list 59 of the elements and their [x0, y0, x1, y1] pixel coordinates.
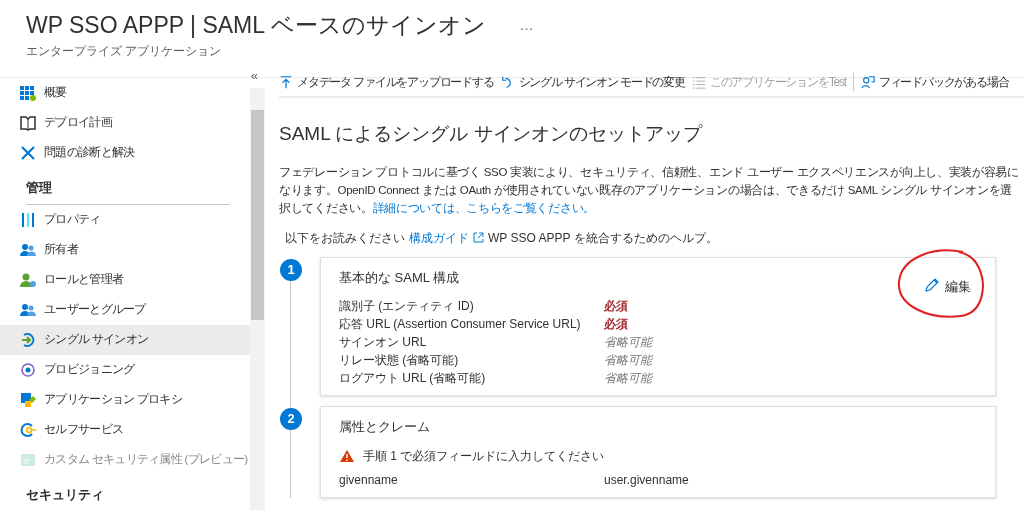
sidebar-item[interactable]: ユーザーとグループ	[0, 294, 250, 325]
sidebar-item[interactable]: 概要	[0, 78, 250, 108]
field-label: リレー状態 (省略可能)	[339, 352, 460, 369]
feedback-icon	[860, 75, 875, 89]
card-icon	[20, 451, 36, 468]
users-icon	[20, 241, 36, 258]
external-link-icon	[473, 232, 484, 243]
toolbar-button[interactable]: シングル サインオン モードの変更	[500, 73, 685, 91]
sidebar-item[interactable]: シングル サインオン	[0, 324, 250, 355]
field-label: ログアウト URL (省略可能)	[339, 370, 487, 387]
sidebar-item[interactable]: 問題の診断と解決	[0, 138, 250, 168]
field-label: 応答 URL (Assertion Consumer Service URL)	[339, 316, 582, 333]
sidebar-item[interactable]: プロパティ	[0, 204, 250, 235]
field-value: 必須	[604, 298, 628, 315]
section-title: SAML によるシングル サインオンのセットアップ	[279, 122, 704, 146]
description-text: フェデレーション プロトコルに基づく SSO 実装により、セキュリティ、信頼性、エンド ユーザー エクスペリエンスが向上し、実装が容易になります。OpenID Connect または OAuth が使用されていない既存のアプリケーションの場合は、できるだけ SAML シングル サインオンを選択してください。詳細については、こちらをご覧ください。	[279, 164, 1020, 216]
section-heading: セキュリティ	[26, 485, 105, 504]
key-icon	[20, 421, 36, 438]
edit-button[interactable]: 編集	[917, 275, 977, 297]
guide-text: 以下をお読みください	[285, 229, 405, 247]
toolbar-button[interactable]: フィードバックがある場合	[860, 73, 1009, 91]
upload-icon	[279, 75, 293, 89]
warning-icon	[339, 448, 355, 463]
field-value: 必須	[604, 316, 628, 333]
field-value: 省略可能	[604, 370, 652, 387]
section-heading: 管理	[26, 178, 230, 205]
pencil-icon	[923, 278, 939, 295]
step-number: 1	[280, 258, 302, 281]
field-label: サインオン URL	[339, 334, 428, 351]
card-title: 属性とクレーム	[339, 418, 430, 436]
step-number: 2	[280, 408, 302, 430]
field-value: user.givenname	[604, 471, 689, 489]
bars-icon	[20, 211, 36, 228]
more-button[interactable]: …	[519, 14, 534, 36]
field-value: 省略可能	[604, 352, 652, 369]
users-icon	[20, 301, 36, 318]
collapse-button[interactable]: «	[250, 66, 258, 86]
details-link[interactable]: 詳細については、こちらをご覧ください。	[372, 201, 595, 214]
sidebar-item[interactable]: プロビジョニング	[0, 354, 250, 385]
book-icon	[20, 115, 36, 131]
user-icon	[20, 271, 36, 288]
guide-link[interactable]: 構成ガイド	[409, 228, 469, 247]
page-title: WP SSO APPP | SAML ベースのサインオン	[26, 11, 486, 40]
guide-text: WP SSO APPP を統合するためのヘルプ。	[488, 229, 718, 247]
warning-text: 手順 1 で必須フィールドに入力してください	[363, 447, 605, 465]
sidebar-item[interactable]: ロールと管理者	[0, 264, 250, 295]
field-label: givenname	[339, 471, 399, 489]
sign-in-icon	[20, 331, 36, 348]
sidebar-item[interactable]: デプロイ計画	[0, 108, 250, 138]
toolbar-button[interactable]: メタデータ ファイルをアップロードする	[279, 73, 494, 91]
field-label: 識別子 (エンティティ ID)	[339, 298, 475, 315]
sidebar-item[interactable]: 所有者	[0, 234, 250, 265]
list-icon	[691, 75, 706, 89]
sidebar-item[interactable]: セルフサービス	[0, 414, 250, 445]
card-title: 基本的な SAML 構成	[339, 268, 460, 287]
scrollbar[interactable]	[250, 88, 265, 510]
field-value: 省略可能	[604, 334, 652, 351]
sidebar-item[interactable]: アプリケーション プロキシ	[0, 384, 250, 415]
page-subtitle: エンタープライズ アプリケーション	[26, 43, 223, 60]
